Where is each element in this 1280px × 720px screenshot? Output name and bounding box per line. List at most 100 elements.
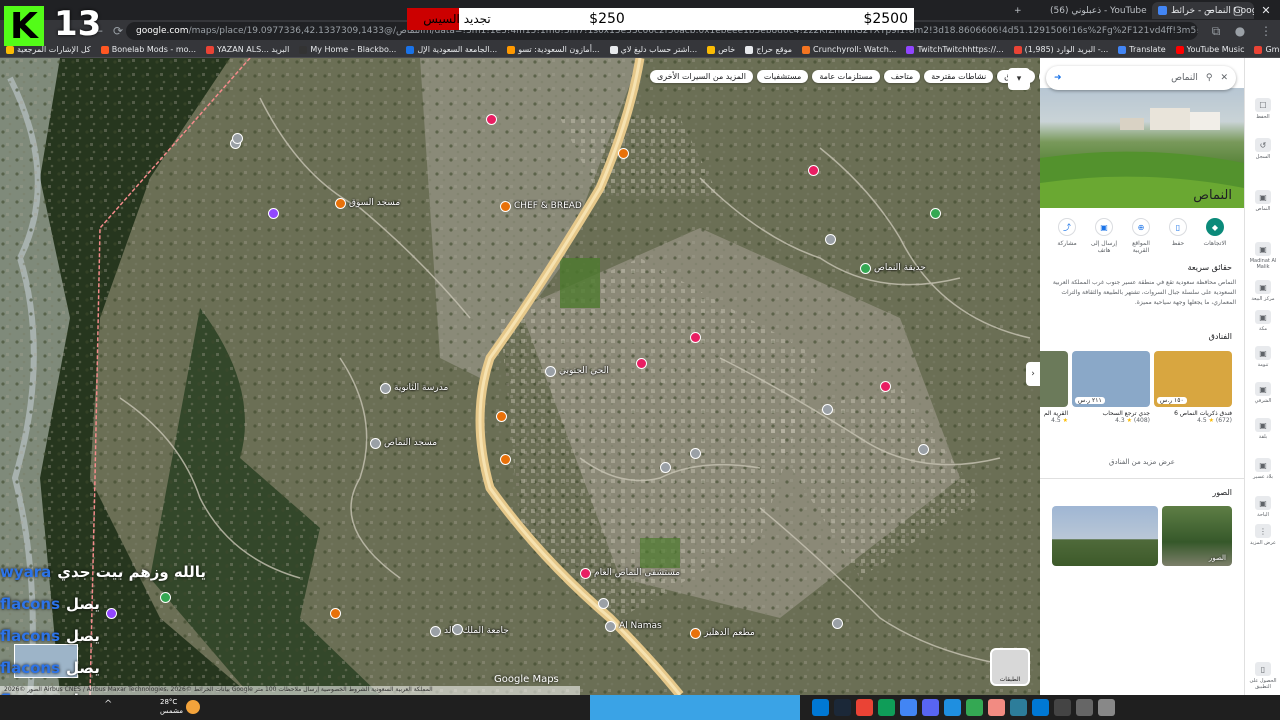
taskbar-app-icon[interactable]: [878, 699, 895, 716]
place-pin-icon[interactable]: [660, 462, 671, 473]
bookmark-item[interactable]: موقع حراج: [745, 45, 792, 54]
bookmark-item[interactable]: الجامعة السعودية الإل...: [406, 45, 497, 54]
taskbar-app-icon[interactable]: [1098, 699, 1115, 716]
place-pin-icon[interactable]: [545, 366, 556, 377]
place-pin-icon[interactable]: [860, 263, 871, 274]
place-pin-icon[interactable]: [268, 208, 279, 219]
place-pin-icon[interactable]: [690, 332, 701, 343]
taskbar-app-icon[interactable]: [1010, 699, 1027, 716]
filter-chip[interactable]: متاحف: [883, 70, 921, 83]
rail-item[interactable]: ▣ النماص: [1245, 190, 1280, 212]
place-pin-icon[interactable]: [160, 592, 171, 603]
hotel-card[interactable]: ٢١١ ر.س جدي ترجع السحاب 4.3 ★ (408): [1072, 351, 1150, 447]
reload-icon[interactable]: ⟳: [108, 21, 128, 41]
place-label[interactable]: مستشفى النماص العام: [594, 568, 680, 578]
place-label[interactable]: مدرسة الثانوية: [394, 383, 448, 393]
action-1[interactable]: ▯ حفظ: [1161, 218, 1195, 247]
place-pin-icon[interactable]: [452, 624, 463, 635]
menu-icon[interactable]: ⋮: [1256, 21, 1276, 41]
photo-thumbnail[interactable]: الصور: [1162, 506, 1232, 566]
place-pin-icon[interactable]: [825, 234, 836, 245]
photo-thumbnail[interactable]: [1052, 506, 1158, 566]
filter-chip[interactable]: مستشفيات: [756, 70, 809, 83]
layers-button[interactable]: الطبقات: [990, 648, 1030, 686]
search-icon[interactable]: ⚲: [1206, 73, 1213, 83]
filter-chip[interactable]: المزيد من السيرات الأخرى: [650, 70, 753, 83]
rail-item[interactable]: ▣ بلاد عسير: [1245, 458, 1280, 480]
place-pin-icon[interactable]: [690, 448, 701, 459]
close-window-icon[interactable]: ✕: [1252, 1, 1280, 19]
hotel-card[interactable]: ١٥٠ ر.س فندق ذكريات النماص 6 4.5 ★ (672): [1154, 351, 1232, 447]
directions-icon[interactable]: ➜: [1054, 73, 1062, 83]
more-hotels-link[interactable]: عرض مزيد من الفنادق: [1040, 458, 1244, 466]
place-pin-icon[interactable]: [330, 608, 341, 619]
rail-item[interactable]: ▣ Madinat Al Malik: [1245, 242, 1280, 270]
place-label[interactable]: CHEF & BREAD: [514, 201, 582, 211]
place-pin-icon[interactable]: [370, 438, 381, 449]
place-pin-icon[interactable]: [486, 114, 497, 125]
maps-search-box[interactable]: ➜ النماص ⚲ ✕: [1046, 66, 1236, 90]
place-pin-icon[interactable]: [500, 201, 511, 212]
bookmark-item[interactable]: اشتر حساب دليغ لاي...: [609, 45, 697, 54]
taskbar-app-icon[interactable]: [812, 699, 829, 716]
rail-item[interactable]: ▯ الحصول على التطبيق: [1245, 662, 1280, 690]
taskbar-app-icon[interactable]: [1032, 699, 1049, 716]
place-pin-icon[interactable]: [380, 383, 391, 394]
place-pin-icon[interactable]: [605, 621, 616, 632]
place-pin-icon[interactable]: [598, 598, 609, 609]
bookmark-item[interactable]: Translate: [1118, 45, 1166, 54]
taskbar-app-icon[interactable]: [900, 699, 917, 716]
action-0[interactable]: ◆ الاتجاهات: [1198, 218, 1232, 247]
taskbar-app-icon[interactable]: [1054, 699, 1071, 716]
rail-item[interactable]: ▣ الباحة: [1245, 496, 1280, 518]
place-label[interactable]: مسجد السوق: [349, 198, 400, 208]
new-tab-button[interactable]: +: [1008, 2, 1028, 19]
collapse-panel-button[interactable]: ▾: [1008, 68, 1030, 90]
bookmark-item[interactable]: My Home – Blackbo...: [299, 45, 396, 54]
place-pin-icon[interactable]: [232, 133, 243, 144]
place-pin-icon[interactable]: [808, 165, 819, 176]
place-pin-icon[interactable]: [580, 568, 591, 579]
weather-widget[interactable]: 28°C مشمس: [160, 698, 183, 716]
hotel-card[interactable]: القرية الم 4.5 ★: [1040, 351, 1068, 447]
place-label[interactable]: مسجد النماص: [384, 438, 437, 448]
place-pin-icon[interactable]: [880, 381, 891, 392]
rail-item[interactable]: ▣ الشرقي: [1245, 382, 1280, 404]
place-pin-icon[interactable]: [690, 628, 701, 639]
bookmark-item[interactable]: Gmail: [1254, 45, 1280, 54]
place-pin-icon[interactable]: [930, 208, 941, 219]
tab-youtube[interactable]: (56) ذعبلوني - YouTube ✕: [1044, 2, 1150, 19]
taskbar-app-icon[interactable]: [944, 699, 961, 716]
profile-icon[interactable]: ●: [1230, 21, 1250, 41]
taskbar-app-icon[interactable]: [1076, 699, 1093, 716]
place-pin-icon[interactable]: [822, 404, 833, 415]
bookmark-item[interactable]: Crunchyroll: Watch...: [802, 45, 896, 54]
place-label[interactable]: حديقة النماص: [874, 263, 926, 273]
taskbar-app-icon[interactable]: [856, 699, 873, 716]
place-pin-icon[interactable]: [918, 444, 929, 455]
maximize-icon[interactable]: ▢: [1224, 1, 1252, 19]
rail-item[interactable]: ▣ تنومة: [1245, 346, 1280, 368]
bookmark-item[interactable]: Bonelab Mods - mo...: [100, 45, 196, 54]
place-label[interactable]: مطعم الدهليز: [704, 628, 755, 638]
bookmark-item[interactable]: YAZAN ALS... البريد: [206, 45, 289, 54]
place-pin-icon[interactable]: [496, 411, 507, 422]
filter-chip[interactable]: نشاطات مقترحة: [924, 70, 994, 83]
taskbar-app-icon[interactable]: [966, 699, 983, 716]
place-pin-icon[interactable]: [618, 148, 629, 159]
taskbar-app-icon[interactable]: [922, 699, 939, 716]
rail-item[interactable]: ↺ السجل: [1245, 138, 1280, 160]
place-pin-icon[interactable]: [636, 358, 647, 369]
action-3[interactable]: ▣ إرسال إلى هاتف: [1087, 218, 1121, 254]
action-2[interactable]: ⊕ المواقع القريبة: [1124, 218, 1158, 254]
hide-panel-button[interactable]: ›: [1026, 362, 1040, 386]
rail-item[interactable]: ☐ الحفظ: [1245, 98, 1280, 120]
action-4[interactable]: ⤴ مشاركة: [1050, 218, 1084, 247]
place-pin-icon[interactable]: [832, 618, 843, 629]
search-input[interactable]: النماص: [1070, 73, 1198, 83]
place-pin-icon[interactable]: [106, 608, 117, 619]
clear-search-icon[interactable]: ✕: [1220, 73, 1228, 83]
taskbar-app-icon[interactable]: [988, 699, 1005, 716]
place-pin-icon[interactable]: [430, 626, 441, 637]
satellite-map[interactable]: مسجد السوق CHEF & BREAD مدرسة الثانوية الحي…: [0, 58, 1040, 695]
